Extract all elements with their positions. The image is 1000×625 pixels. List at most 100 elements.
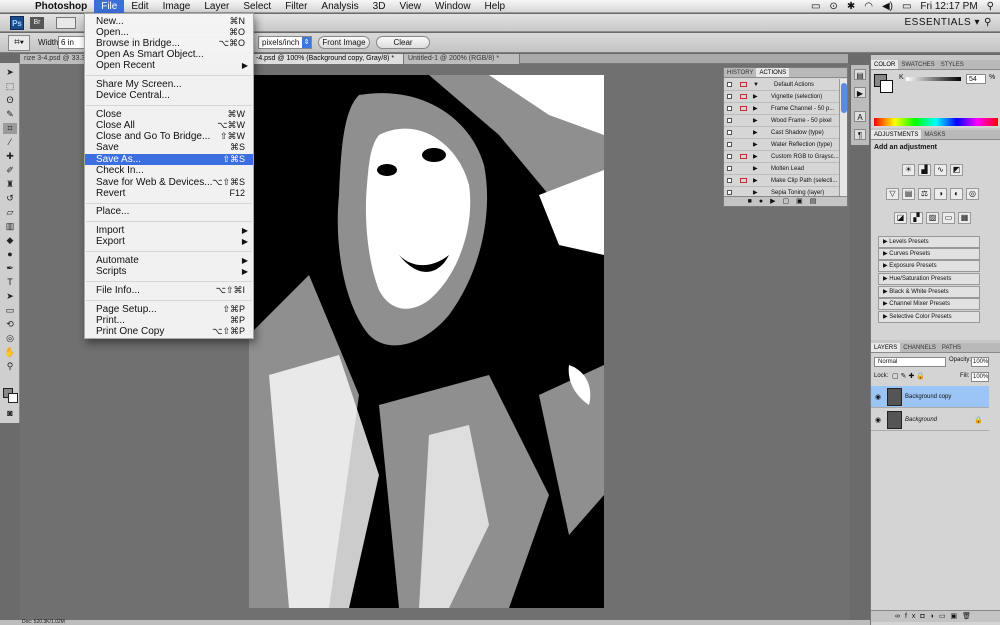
character-panel-icon[interactable]: A [854, 111, 866, 122]
brightness-contrast-icon[interactable]: ☀ [902, 164, 915, 176]
expand-triangle-icon[interactable]: ▶ [753, 115, 758, 126]
posterize-icon[interactable]: ▞ [910, 212, 923, 224]
paragraph-panel-icon[interactable]: ¶ [854, 129, 866, 140]
toggle-checkbox[interactable] [727, 142, 732, 147]
healing-brush-tool-icon[interactable]: ✚ [3, 151, 17, 162]
menu-item-export[interactable]: Export ▶ [85, 236, 253, 247]
tab-channels[interactable]: CHANNELS [900, 343, 939, 352]
battery-icon[interactable]: ▭ [902, 1, 911, 12]
selective-color-icon[interactable]: ▦ [958, 212, 971, 224]
menu-item-import[interactable]: Import ▶ [85, 225, 253, 236]
shape-tool-icon[interactable]: ▭ [3, 305, 17, 316]
exposure-icon[interactable]: ◩ [950, 164, 963, 176]
tab-swatches[interactable]: SWATCHES [898, 60, 937, 69]
actions-footer-buttons[interactable]: ■●▶▢▣▤ [724, 196, 847, 206]
wifi-icon[interactable]: ◠ [864, 1, 873, 12]
action-item[interactable]: ▶ Custom RGB to Graysc... [724, 151, 840, 163]
actions-scrollbar[interactable] [839, 79, 847, 196]
k-slider[interactable] [906, 77, 961, 81]
menu-item-place[interactable]: Place... [85, 206, 253, 217]
eye-icon[interactable]: ◉ [875, 416, 881, 424]
gradient-tool-icon[interactable]: ▥ [3, 221, 17, 232]
toggle-checkbox[interactable] [727, 118, 732, 123]
arrange-documents-icon[interactable] [56, 17, 76, 29]
tab-layers[interactable]: LAYERS [871, 343, 901, 352]
preset-levels[interactable]: ▶ Levels Presets [878, 236, 980, 248]
screen-icon[interactable]: ▭ [811, 1, 820, 12]
quick-mask-icon[interactable]: ◙ [3, 408, 17, 419]
actions-panel-icon[interactable]: ▶ [854, 87, 866, 98]
preset-exposure[interactable]: ▶ Exposure Presets [878, 260, 980, 272]
menu-filter[interactable]: Filter [278, 0, 314, 13]
expand-triangle-icon[interactable]: ▶ [753, 139, 758, 150]
marquee-tool-icon[interactable]: ⬚ [3, 81, 17, 92]
toggle-checkbox[interactable] [727, 166, 732, 171]
menu-item-revert[interactable]: Revert F12 [85, 188, 253, 199]
clear-button[interactable]: Clear [376, 36, 430, 49]
color-spectrum[interactable] [874, 118, 998, 126]
toggle-checkbox[interactable] [727, 130, 732, 135]
tab-document-3[interactable]: Untitled-1 @ 200% (RGB/8) * [404, 54, 520, 64]
expand-triangle-icon[interactable]: ▶ [753, 127, 758, 138]
menu-item-close-all[interactable]: Close All ⌥⌘W [85, 120, 253, 131]
crop-tool-preset-icon[interactable]: ⌗▾ [8, 35, 30, 51]
menu-help[interactable]: Help [478, 0, 513, 13]
menu-edit[interactable]: Edit [124, 0, 155, 13]
menu-window[interactable]: Window [428, 0, 478, 13]
background-color-swatch[interactable] [880, 80, 893, 93]
action-item[interactable]: ▶ Cast Shadow (type) [724, 127, 840, 139]
scrollbar-thumb[interactable] [841, 83, 847, 113]
menu-item-save[interactable]: Save ⌘S [85, 142, 253, 153]
vibrance-icon[interactable]: ▽ [886, 188, 899, 200]
toggle-checkbox[interactable] [727, 106, 732, 111]
tab-styles[interactable]: STYLES [938, 60, 967, 69]
hand-tool-icon[interactable]: ✋ [3, 347, 17, 358]
document-image[interactable] [249, 75, 604, 608]
history-brush-tool-icon[interactable]: ↺ [3, 193, 17, 204]
clone-stamp-tool-icon[interactable]: ♜ [3, 179, 17, 190]
menu-analysis[interactable]: Analysis [314, 0, 365, 13]
action-item[interactable]: ▶ Vignette (selection) [724, 91, 840, 103]
fill-input[interactable]: 100% [971, 372, 989, 382]
eye-icon[interactable]: ◉ [875, 393, 881, 401]
dialog-toggle-icon[interactable] [740, 82, 747, 87]
expand-triangle-icon[interactable]: ▶ [753, 175, 758, 186]
volume-icon[interactable]: ◀) [882, 1, 893, 12]
action-item[interactable]: ▶ Make Clip Path (selecti... [724, 175, 840, 187]
quick-selection-tool-icon[interactable]: ✎ [3, 109, 17, 120]
toggle-checkbox[interactable] [727, 82, 732, 87]
menu-item-browse-in-bridge[interactable]: Browse in Bridge... ⌥⌘O [85, 38, 253, 49]
menu-item-print-one-copy[interactable]: Print One Copy ⌥⇧⌘P [85, 326, 253, 337]
action-item[interactable]: ▶ Molten Lead [724, 163, 840, 175]
black-white-icon[interactable]: ◑ [934, 188, 947, 200]
menu-3d[interactable]: 3D [366, 0, 393, 13]
move-tool-icon[interactable]: ➤ [3, 67, 17, 78]
photo-filter-icon[interactable]: ◐ [950, 188, 963, 200]
background-color-swatch[interactable] [8, 393, 18, 403]
invert-icon[interactable]: ◪ [894, 212, 907, 224]
menu-item-open-as-smart-object[interactable]: Open As Smart Object... [85, 49, 253, 60]
eraser-tool-icon[interactable]: ▱ [3, 207, 17, 218]
menu-item-close[interactable]: Close ⌘W [85, 109, 253, 120]
dialog-toggle-icon[interactable] [740, 106, 747, 111]
spotlight-sync-icon[interactable]: ⊙ [829, 1, 837, 12]
layers-footer-buttons[interactable]: ∞fx◘◑▭▣🗑 [871, 610, 1000, 622]
preset-hue-saturation[interactable]: ▶ Hue/Saturation Presets [878, 273, 980, 285]
preset-selective-color[interactable]: ▶ Selective Color Presets [878, 311, 980, 323]
workspace-switcher[interactable]: ESSENTIALS ▾ [905, 17, 981, 28]
3d-rotate-tool-icon[interactable]: ⟲ [3, 319, 17, 330]
blend-mode-select[interactable]: Normal [874, 357, 946, 367]
gradient-map-icon[interactable]: ▭ [942, 212, 955, 224]
preset-channel-mixer[interactable]: ▶ Channel Mixer Presets [878, 298, 980, 310]
pen-tool-icon[interactable]: ✒ [3, 263, 17, 274]
search-icon[interactable]: ⚲ [984, 17, 996, 29]
toggle-checkbox[interactable] [727, 154, 732, 159]
k-value-input[interactable]: 54 [966, 74, 986, 84]
tab-masks[interactable]: MASKS [921, 130, 948, 139]
menu-item-new[interactable]: New... ⌘N [85, 16, 253, 27]
action-item[interactable]: ▶ Water Reflection (type) [724, 139, 840, 151]
expand-triangle-icon[interactable]: ▶ [753, 163, 758, 174]
clock[interactable]: Fri 12:17 PM [920, 1, 977, 12]
menu-item-open-recent[interactable]: Open Recent ▶ [85, 60, 253, 71]
toggle-checkbox[interactable] [727, 178, 732, 183]
